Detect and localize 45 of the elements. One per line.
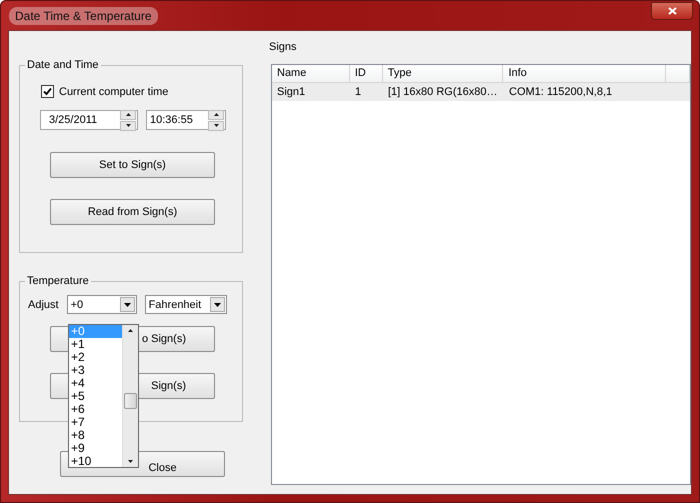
- list-option[interactable]: +7: [69, 416, 122, 429]
- scrollbar-thumb[interactable]: [124, 393, 137, 409]
- up-arrow-icon: [214, 113, 218, 116]
- time-field[interactable]: 10:36:55: [146, 110, 226, 130]
- column-header[interactable]: Info: [503, 65, 666, 83]
- signs-label: Signs: [269, 41, 298, 55]
- down-arrow-icon: [126, 124, 130, 127]
- adjust-label: Adjust: [28, 298, 59, 310]
- column-header[interactable]: Name: [272, 65, 350, 83]
- table-cell-text: 1: [354, 85, 362, 100]
- column-header[interactable]: Type: [382, 65, 504, 83]
- table-cell-text: Sign1: [276, 85, 306, 100]
- up-arrow-icon: [128, 329, 133, 332]
- set-button[interactable]: Set to Sign(s): [50, 152, 215, 178]
- list-option[interactable]: +2: [69, 351, 122, 364]
- adjust-dropdown[interactable]: +0: [66, 295, 137, 314]
- group-title: Temperature: [26, 275, 90, 287]
- list-option[interactable]: +10: [69, 455, 122, 468]
- close-button[interactable]: [651, 2, 693, 20]
- list-option[interactable]: +5: [69, 390, 122, 403]
- up-arrow-icon: [126, 113, 130, 116]
- check-icon: [43, 87, 52, 96]
- date-field[interactable]: 3/25/2011: [40, 110, 138, 130]
- down-arrow-icon: [128, 460, 133, 463]
- list-option[interactable]: +4: [69, 377, 122, 390]
- table-row[interactable]: Sign1 1 [1] 16x80 RG(16x80… COM1: 115200,N,8,1: [272, 83, 690, 101]
- caret-icon: [214, 302, 221, 306]
- down-arrow-icon: [214, 124, 218, 127]
- caret-icon: [124, 302, 131, 306]
- group-title: Date and Time: [26, 59, 100, 71]
- unit-dropdown[interactable]: Fahrenheit: [144, 295, 227, 314]
- table-cell-text: [1] 16x80 RG(16x80…: [387, 85, 498, 100]
- column-header[interactable]: ID: [350, 65, 383, 83]
- read-button[interactable]: Read from Sign(s): [50, 199, 215, 225]
- scrollbar[interactable]: [122, 325, 138, 467]
- list-option[interactable]: +1: [69, 338, 122, 351]
- list-option[interactable]: +8: [69, 429, 122, 442]
- list-option[interactable]: +6: [69, 403, 122, 416]
- checkbox-label: Current computer time: [59, 86, 168, 98]
- window-title: Date Time & Temperature: [9, 6, 158, 24]
- table-cell-text: COM1: 115200,N,8,1: [508, 85, 614, 100]
- column-header[interactable]: [666, 65, 690, 83]
- close-icon: [668, 6, 676, 14]
- list-option[interactable]: +3: [69, 364, 122, 377]
- checkbox[interactable]: [41, 85, 54, 98]
